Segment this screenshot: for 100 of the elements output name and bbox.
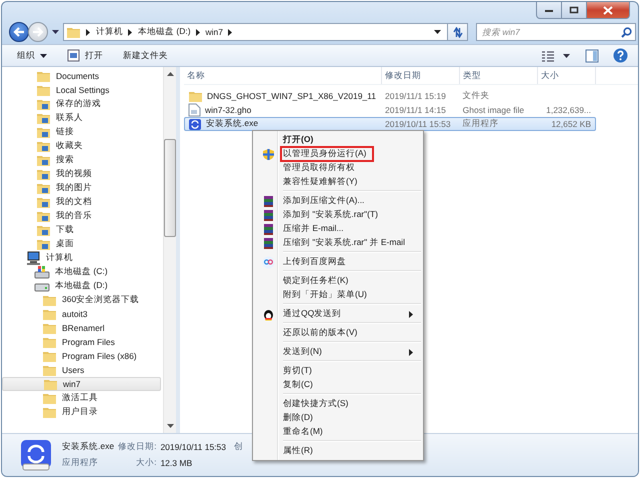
- menu-item[interactable]: 创建快捷方式(S): [255, 397, 421, 411]
- folder-icon: [42, 363, 57, 377]
- menu-item[interactable]: 添加到压缩文件(A)...: [255, 194, 421, 208]
- menu-item[interactable]: 以管理员身份运行(A): [255, 147, 421, 161]
- view-options-button[interactable]: [541, 50, 571, 62]
- menu-item[interactable]: 兼容性疑难解答(Y): [255, 175, 421, 189]
- menu-item[interactable]: 管理员取得所有权: [255, 161, 421, 175]
- tree-item[interactable]: 我的图片: [2, 181, 161, 195]
- scrollbar[interactable]: [163, 67, 176, 433]
- toolbar-button[interactable]: 组织: [11, 46, 53, 64]
- tree-item[interactable]: Program Files: [2, 335, 161, 349]
- folder-icon: [42, 335, 57, 349]
- tree-item[interactable]: 本地磁盘 (D:): [2, 279, 161, 293]
- file-row[interactable]: 安装系统.exe 2019/10/11 15:53 应用程序 12,652 KB: [184, 117, 596, 131]
- toolbar-button[interactable]: 打开: [61, 46, 109, 65]
- menu-item[interactable]: 附到「开始」菜单(U): [255, 288, 421, 302]
- tree-item[interactable]: 用户目录: [2, 405, 161, 419]
- tree-item[interactable]: 联系人: [2, 111, 161, 125]
- menu-item[interactable]: 还原以前的版本(V): [255, 326, 421, 340]
- file-icon: [188, 103, 201, 117]
- size-label: 大小:: [135, 457, 156, 469]
- tree-item[interactable]: Users: [2, 363, 161, 377]
- menu-item[interactable]: 复制(C): [255, 378, 421, 392]
- column-header[interactable]: 大小: [538, 67, 596, 84]
- menu-item[interactable]: 压缩到 "安装系统.rar" 并 E-mail: [255, 236, 421, 250]
- folder-icon: [42, 349, 57, 363]
- books-icon: [262, 236, 274, 250]
- file-type: 文件夹: [462, 90, 490, 100]
- tree-item[interactable]: 360安全浏览器下载: [2, 293, 161, 307]
- minimize-button[interactable]: [536, 2, 562, 19]
- tree-item[interactable]: 下载: [2, 223, 161, 237]
- tree-item[interactable]: 搜索: [2, 153, 161, 167]
- tree-item[interactable]: 我的视频: [2, 167, 161, 181]
- folder-icon: [36, 237, 51, 251]
- tree-item[interactable]: 本地磁盘 (C:): [2, 265, 161, 279]
- menu-item[interactable]: 添加到 "安装系统.rar"(T): [255, 208, 421, 222]
- menu-item[interactable]: 压缩并 E-mail...: [255, 222, 421, 236]
- caret-icon: [40, 54, 47, 58]
- tree-item[interactable]: 收藏夹: [2, 139, 161, 153]
- tree-item[interactable]: Documents: [2, 69, 161, 83]
- toolbar-button[interactable]: 新建文件夹: [117, 46, 174, 64]
- minimize-icon: [544, 7, 554, 13]
- scrollbar-thumb[interactable]: [164, 139, 176, 237]
- tree-item[interactable]: 桌面: [2, 237, 161, 251]
- computer-icon: [26, 251, 41, 265]
- books-icon: [262, 208, 274, 222]
- breadcrumb-item[interactable]: win7: [206, 27, 224, 37]
- tree-item[interactable]: 激活工具: [2, 391, 161, 405]
- tree-item[interactable]: 保存的游戏: [2, 97, 161, 111]
- tree-item[interactable]: Program Files (x86): [2, 349, 161, 363]
- column-header[interactable]: 类型: [460, 67, 538, 84]
- penguin-icon: [262, 308, 274, 320]
- scroll-down-icon[interactable]: [166, 424, 174, 428]
- help-button[interactable]: [613, 48, 628, 63]
- file-row[interactable]: DNGS_GHOST_WIN7_SP1_X86_V2019_11 2019/11/1 15:19 文件夹: [184, 89, 596, 103]
- tree-item[interactable]: BRenamerl: [2, 321, 161, 335]
- breadcrumb-item[interactable]: 本地磁盘 (D:): [138, 26, 191, 38]
- folder-icon: [36, 111, 51, 125]
- menu-item[interactable]: 打开(O): [255, 133, 421, 147]
- chevron-icon: [196, 28, 201, 36]
- menu-item[interactable]: 发送到(N): [255, 345, 421, 359]
- folder-icon: [42, 321, 57, 335]
- tree-item[interactable]: 我的音乐: [2, 209, 161, 223]
- maximize-button[interactable]: [561, 2, 587, 19]
- tree-item[interactable]: 链接: [2, 125, 161, 139]
- refresh-button[interactable]: [448, 23, 468, 41]
- close-button[interactable]: [586, 2, 630, 19]
- shield-icon: [262, 148, 274, 160]
- menu-item[interactable]: 属性(R): [255, 444, 421, 458]
- tree-item[interactable]: 计算机: [2, 251, 161, 265]
- menu-item[interactable]: 删除(D): [255, 411, 421, 425]
- menu-item[interactable]: 上传到百度网盘: [255, 255, 421, 269]
- caret-icon: [434, 30, 441, 34]
- menu-item[interactable]: 剪切(T): [255, 364, 421, 378]
- file-type: 应用程序: [462, 118, 499, 128]
- scroll-up-icon[interactable]: [166, 72, 174, 76]
- folder-icon: [188, 89, 203, 103]
- file-name: DNGS_GHOST_WIN7_SP1_X86_V2019_11: [207, 91, 376, 101]
- breadcrumb-item[interactable]: 计算机: [96, 26, 123, 38]
- folder-icon: [36, 195, 51, 209]
- tree-item[interactable]: win7: [2, 377, 161, 391]
- tree-item[interactable]: autoit3: [2, 307, 161, 321]
- preview-pane-button[interactable]: [585, 48, 599, 62]
- tree-item[interactable]: 我的文档: [2, 195, 161, 209]
- address-bar[interactable]: 计算机 本地磁盘 (D:) win7: [63, 23, 448, 41]
- search-field[interactable]: 搜索 win7: [476, 23, 636, 41]
- file-row[interactable]: win7-32.gho 2019/11/1 14:15 Ghost image file 1,232,639...: [184, 103, 596, 117]
- window-icon: [67, 49, 80, 62]
- drive-icon: [34, 265, 50, 279]
- menu-item[interactable]: 通过QQ发送到: [255, 307, 421, 321]
- column-header[interactable]: 名称: [184, 67, 382, 84]
- pane-icon: [585, 48, 599, 62]
- tree-item[interactable]: Local Settings: [2, 83, 161, 97]
- app-icon: [188, 118, 202, 130]
- menu-item[interactable]: 重命名(M): [255, 425, 421, 439]
- back-button[interactable]: [9, 22, 29, 42]
- folder-icon: [36, 209, 51, 223]
- caret-icon[interactable]: [52, 30, 59, 34]
- menu-item[interactable]: 锁定到任务栏(K): [255, 274, 421, 288]
- column-header[interactable]: 修改日期: [382, 67, 460, 84]
